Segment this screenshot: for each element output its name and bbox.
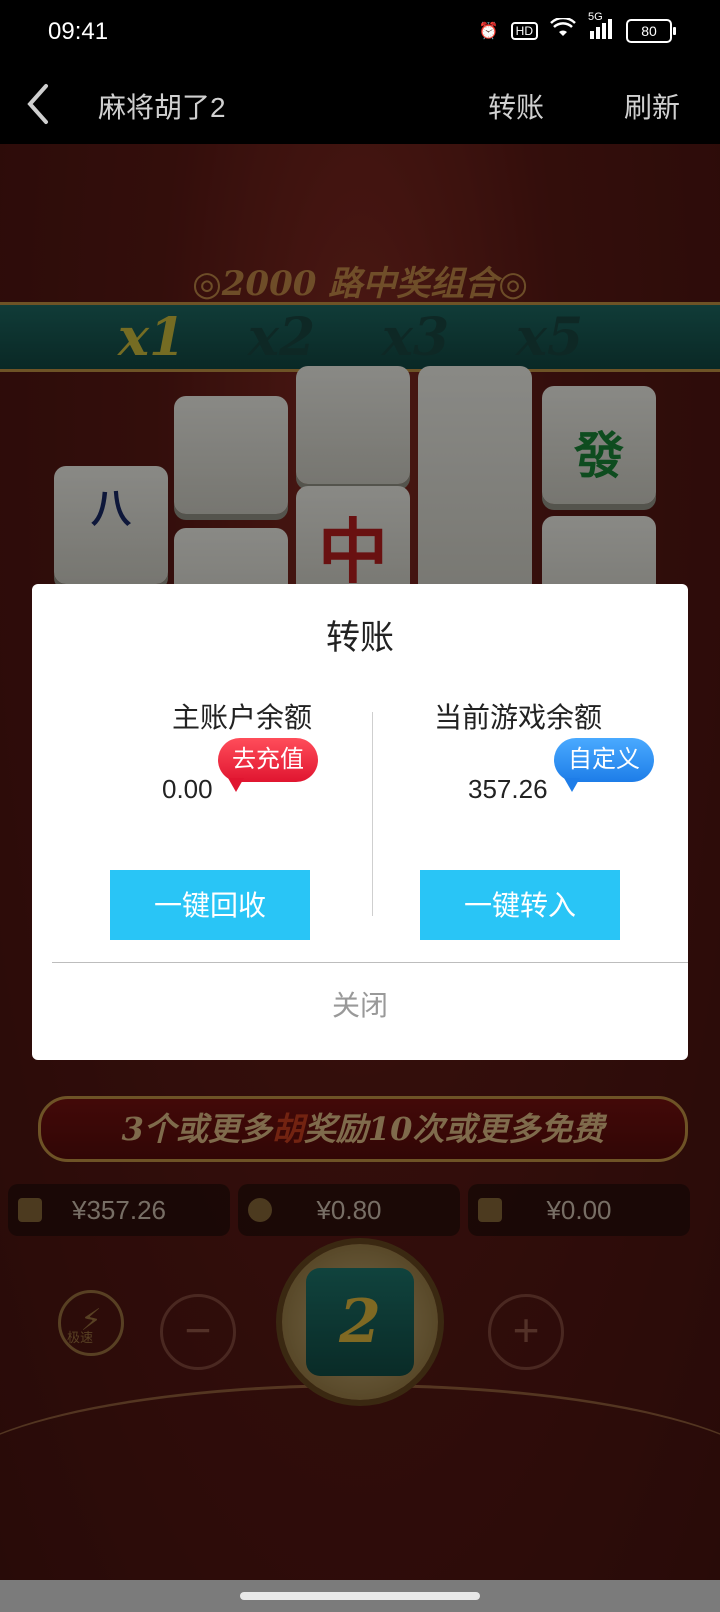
one-click-transfer-in-button[interactable]: 一键转入 [420, 870, 620, 940]
dialog-divider [52, 962, 688, 963]
home-indicator[interactable] [240, 1592, 480, 1600]
back-button[interactable] [22, 82, 62, 126]
gesture-bar [0, 1580, 720, 1612]
one-click-recycle-button[interactable]: 一键回收 [110, 870, 310, 940]
transfer-link[interactable]: 转账 [488, 86, 544, 126]
recharge-button[interactable]: 去充值 [218, 738, 318, 792]
main-balance-amount: 0.00 [162, 774, 213, 804]
hd-icon: HD [510, 21, 538, 40]
cellular-icon: 5G [588, 11, 614, 42]
status-bar: 09:41 ⏰ HD 5G 80 [0, 0, 720, 64]
game-balance-label: 当前游戏余额 [433, 702, 602, 733]
dialog-title: 转账 [326, 619, 394, 657]
status-time: 09:41 [48, 18, 109, 45]
alarm-icon: ⏰ [478, 22, 499, 40]
chevron-left-icon [27, 84, 48, 124]
page-title: 麻将胡了2 [98, 92, 226, 123]
column-divider [372, 712, 373, 916]
status-icons: ⏰ HD 5G 80 [478, 11, 676, 43]
custom-amount-button[interactable]: 自定义 [554, 738, 654, 792]
wifi-icon [550, 16, 576, 43]
close-button[interactable]: 关闭 [32, 984, 688, 1024]
navigation-bar: 麻将胡了2 转账 刷新 [0, 64, 720, 144]
transfer-dialog: 转账 主账户余额 0.00 去充值 当前游戏余额 357.26 自定义 一键回收… [32, 584, 688, 1060]
battery-icon: 80 [626, 18, 676, 43]
game-balance-amount: 357.26 [468, 774, 548, 804]
main-balance-label: 主账户余额 [171, 702, 312, 733]
refresh-link[interactable]: 刷新 [624, 86, 680, 126]
